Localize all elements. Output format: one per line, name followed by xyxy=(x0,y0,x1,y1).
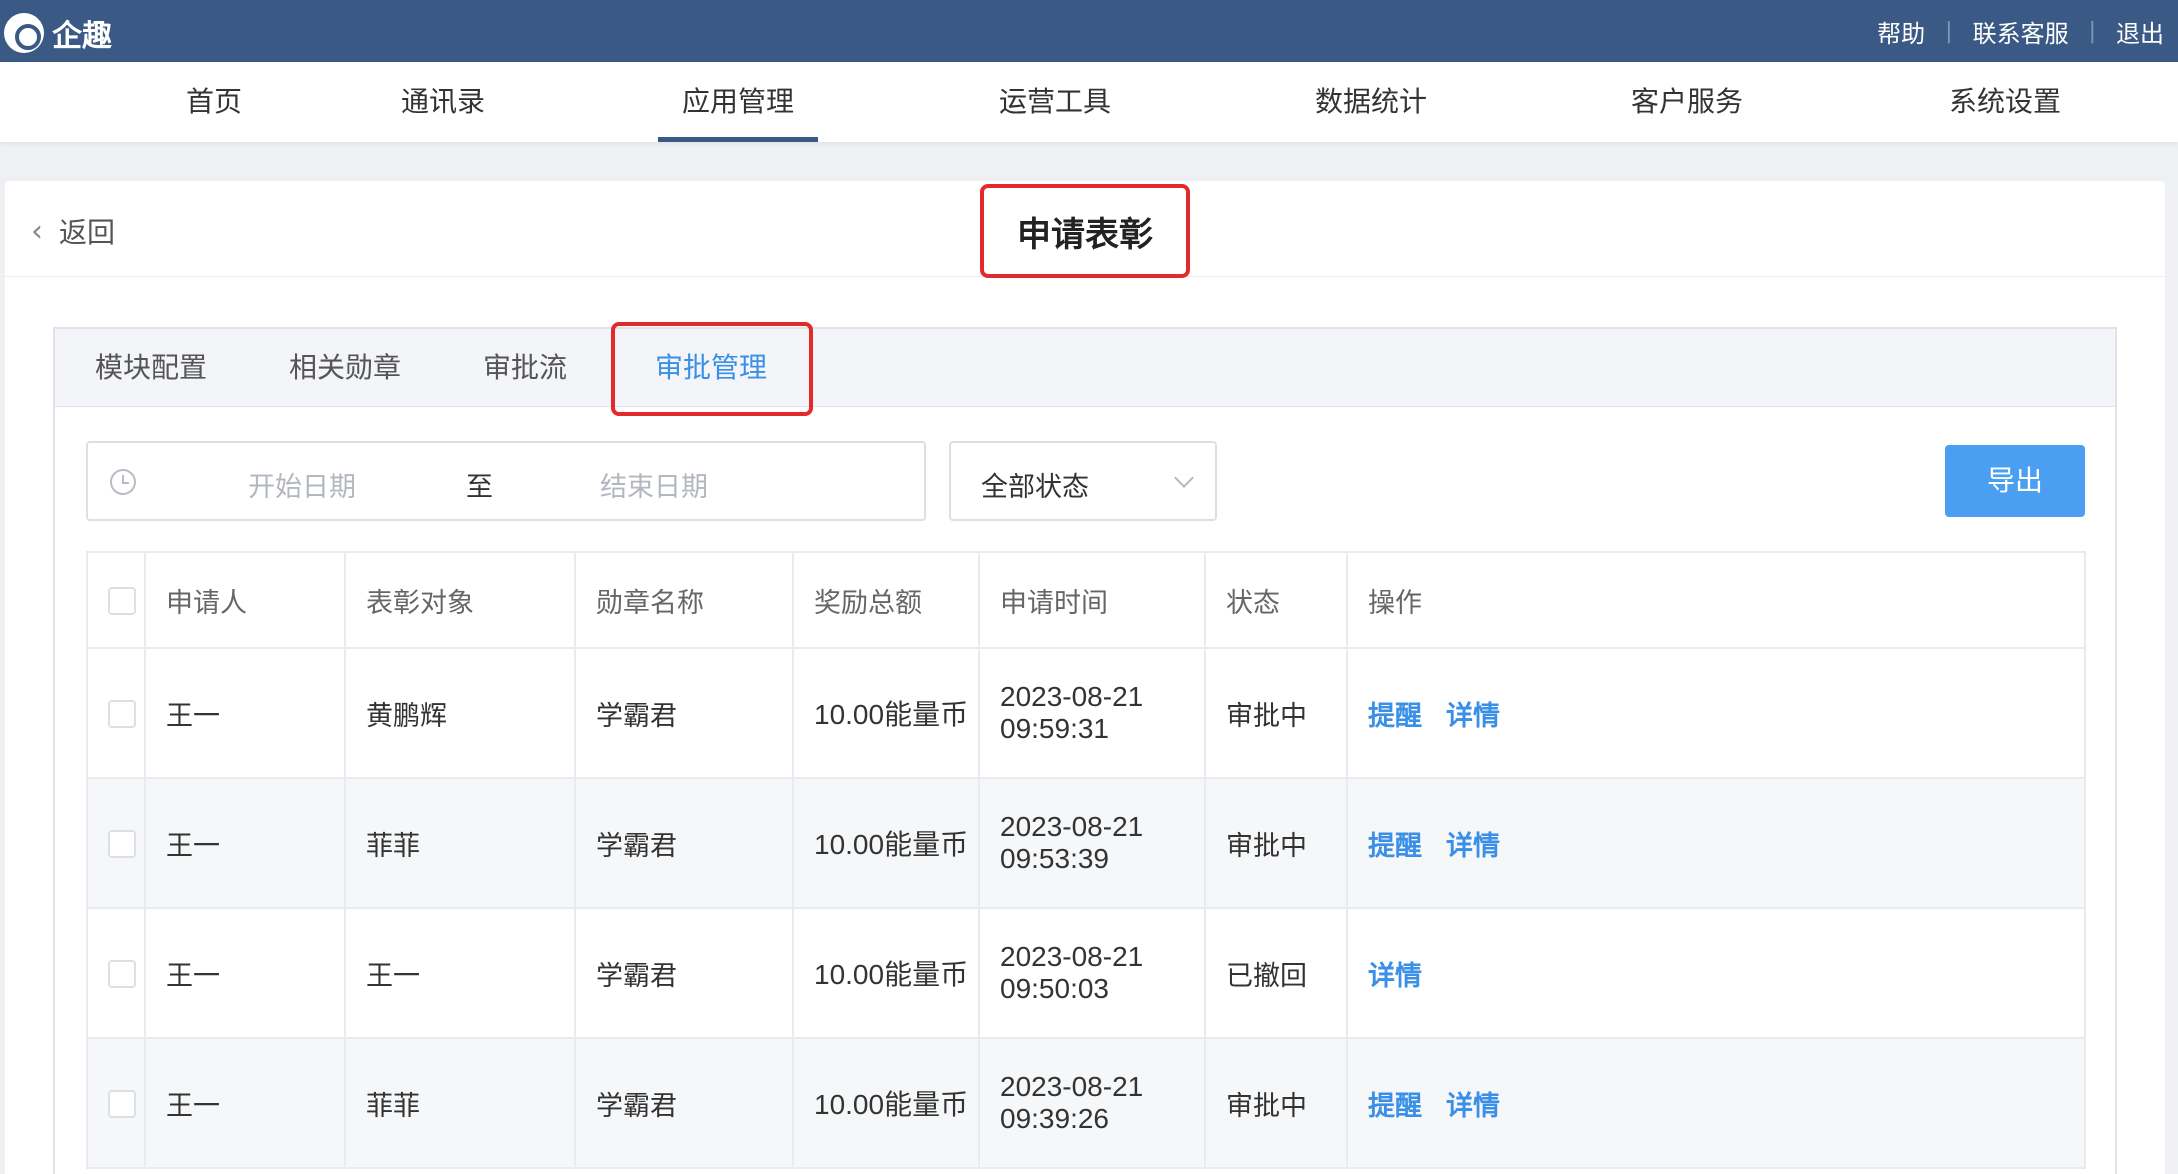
table-row: 王一 王一 学霸君 10.00能量币 2023-08-21 09:50:03 已… xyxy=(86,907,2086,1039)
contact-support-link[interactable]: 联系客服 xyxy=(1973,14,2069,49)
nav-customer-service[interactable]: 客户服务 xyxy=(1612,62,1762,142)
nav-system-settings[interactable]: 系统设置 xyxy=(1930,62,2080,142)
date-separator: 至 xyxy=(466,472,493,503)
export-button[interactable]: 导出 xyxy=(1945,445,2085,517)
status-cell: 已撤回 xyxy=(1204,907,1348,1039)
table-row: 王一 菲菲 学霸君 10.00能量币 2023-08-21 09:53:39 审… xyxy=(86,777,2086,909)
status-select[interactable]: 全部状态 xyxy=(949,441,1217,521)
tab-bar: 模块配置 相关勋章 审批流 审批管理 xyxy=(55,322,2115,416)
row-checkbox[interactable] xyxy=(108,830,136,858)
top-bar: 企趣 帮助 | 联系客服 | 退出 xyxy=(0,0,2178,62)
card-header: ‹ 返回 申请表彰 xyxy=(5,181,2165,278)
col-applicant: 申请人 xyxy=(144,551,346,649)
detail-link[interactable]: 详情 xyxy=(1446,1091,1500,1122)
chevron-down-icon xyxy=(1174,468,1194,488)
help-link[interactable]: 帮助 xyxy=(1877,14,1925,49)
row-select-cell xyxy=(86,647,146,779)
nav-contacts[interactable]: 通讯录 xyxy=(386,62,500,142)
status-cell: 审批中 xyxy=(1204,777,1348,909)
col-time: 申请时间 xyxy=(978,551,1206,649)
amount-cell: 10.00能量币 xyxy=(792,647,980,779)
table-row: 王一 黄鹏辉 学霸君 10.00能量币 2023-08-21 09:59:31 … xyxy=(86,647,2086,779)
actions-cell: 提醒 详情 xyxy=(1346,777,2086,909)
chevron-left-icon: ‹ xyxy=(31,213,43,249)
logo-icon xyxy=(4,13,44,53)
row-select-cell xyxy=(86,1037,146,1169)
logout-link[interactable]: 退出 xyxy=(2116,14,2164,49)
row-select-cell xyxy=(86,777,146,909)
nav-operation-tools[interactable]: 运营工具 xyxy=(980,62,1130,142)
remind-link[interactable]: 提醒 xyxy=(1368,701,1422,732)
target-cell: 黄鹏辉 xyxy=(344,647,576,779)
tab-module-config[interactable]: 模块配置 xyxy=(95,329,207,407)
page-title: 申请表彰 xyxy=(980,184,1190,278)
medal-cell: 学霸君 xyxy=(574,647,794,779)
amount-cell: 10.00能量币 xyxy=(792,1037,980,1169)
end-date-input[interactable]: 结束日期 xyxy=(600,465,708,504)
col-status: 状态 xyxy=(1204,551,1348,649)
tab-related-medals[interactable]: 相关勋章 xyxy=(289,329,401,407)
remind-link[interactable]: 提醒 xyxy=(1368,1091,1422,1122)
link-divider: | xyxy=(2088,19,2096,44)
applicant-cell: 王一 xyxy=(144,907,346,1039)
medal-cell: 学霸君 xyxy=(574,1037,794,1169)
start-date-input[interactable]: 开始日期 xyxy=(248,465,356,504)
nav-app-management[interactable]: 应用管理 xyxy=(658,62,818,142)
table-row: 王一 菲菲 学霸君 10.00能量币 2023-08-21 09:39:26 审… xyxy=(86,1037,2086,1169)
select-all-cell xyxy=(86,551,146,649)
nav-home[interactable]: 首页 xyxy=(164,62,264,142)
time-cell: 2023-08-21 09:50:03 xyxy=(978,907,1206,1039)
row-checkbox[interactable] xyxy=(108,1090,136,1118)
target-cell: 王一 xyxy=(344,907,576,1039)
clock-icon xyxy=(110,469,136,495)
status-select-value: 全部状态 xyxy=(981,472,1089,503)
status-cell: 审批中 xyxy=(1204,1037,1348,1169)
tab-highlight-box xyxy=(611,322,813,416)
table-header-row: 申请人 表彰对象 勋章名称 奖励总额 申请时间 状态 操作 xyxy=(86,551,2086,649)
medal-cell: 学霸君 xyxy=(574,777,794,909)
amount-cell: 10.00能量币 xyxy=(792,907,980,1039)
target-cell: 菲菲 xyxy=(344,1037,576,1169)
time-cell: 2023-08-21 09:53:39 xyxy=(978,777,1206,909)
amount-cell: 10.00能量币 xyxy=(792,777,980,909)
detail-link[interactable]: 详情 xyxy=(1368,961,1422,992)
col-medal: 勋章名称 xyxy=(574,551,794,649)
col-target: 表彰对象 xyxy=(344,551,576,649)
link-divider: | xyxy=(1945,19,1953,44)
medal-cell: 学霸君 xyxy=(574,907,794,1039)
detail-link[interactable]: 详情 xyxy=(1446,701,1500,732)
time-cell: 2023-08-21 09:39:26 xyxy=(978,1037,1206,1169)
tab-approval-flow[interactable]: 审批流 xyxy=(483,329,567,407)
top-links: 帮助 | 联系客服 | 退出 xyxy=(1877,14,2164,49)
nav-data-statistics[interactable]: 数据统计 xyxy=(1296,62,1446,142)
applicant-cell: 王一 xyxy=(144,777,346,909)
remind-link[interactable]: 提醒 xyxy=(1368,831,1422,862)
approval-panel: 模块配置 相关勋章 审批流 审批管理 开始日期 至 结束日期 全部状态 导出 申… xyxy=(53,322,2117,1174)
actions-cell: 提醒 详情 xyxy=(1346,647,2086,779)
app-logo[interactable]: 企趣 xyxy=(4,11,112,55)
detail-link[interactable]: 详情 xyxy=(1446,831,1500,862)
date-range-picker[interactable]: 开始日期 至 结束日期 xyxy=(86,441,926,521)
actions-cell: 提醒 详情 xyxy=(1346,1037,2086,1169)
col-amount: 奖励总额 xyxy=(792,551,980,649)
app-name: 企趣 xyxy=(52,19,112,54)
actions-cell: 详情 xyxy=(1346,907,2086,1039)
select-all-checkbox[interactable] xyxy=(108,587,136,615)
main-card: ‹ 返回 申请表彰 模块配置 相关勋章 审批流 审批管理 开始日期 至 结束日期… xyxy=(5,181,2165,1174)
row-checkbox[interactable] xyxy=(108,960,136,988)
col-actions: 操作 xyxy=(1346,551,2086,649)
applicant-cell: 王一 xyxy=(144,1037,346,1169)
applicant-cell: 王一 xyxy=(144,647,346,779)
approval-table: 申请人 表彰对象 勋章名称 奖励总额 申请时间 状态 操作 王一 黄鹏辉 学霸君… xyxy=(86,551,2086,1169)
target-cell: 菲菲 xyxy=(344,777,576,909)
back-button[interactable]: ‹ 返回 xyxy=(31,211,115,251)
main-nav: 首页 通讯录 应用管理 运营工具 数据统计 客户服务 系统设置 xyxy=(0,62,2178,142)
row-select-cell xyxy=(86,907,146,1039)
time-cell: 2023-08-21 09:59:31 xyxy=(978,647,1206,779)
back-label: 返回 xyxy=(59,216,116,249)
status-cell: 审批中 xyxy=(1204,647,1348,779)
row-checkbox[interactable] xyxy=(108,700,136,728)
